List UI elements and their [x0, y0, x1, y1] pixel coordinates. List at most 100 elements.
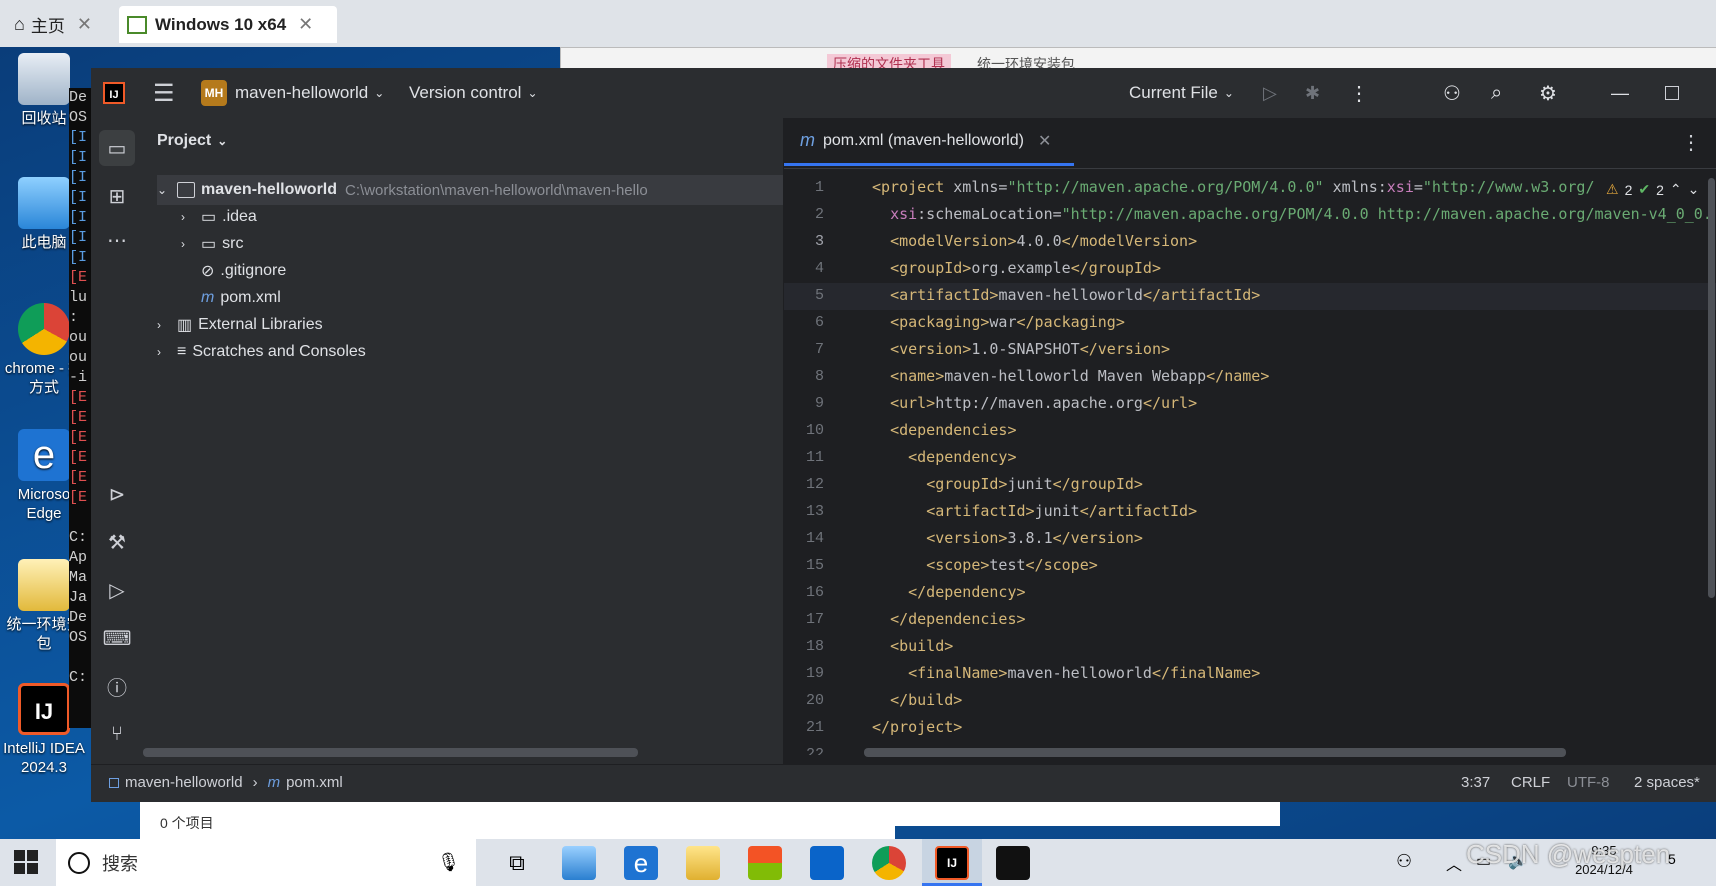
indent-setting[interactable]: 2 spaces*	[1634, 774, 1700, 791]
code-line: <project xmlns="http://maven.apache.org/…	[872, 178, 1595, 196]
console-line: [I	[69, 209, 88, 226]
project-tool-icon[interactable]: ▭	[99, 130, 135, 166]
code-with-me-icon[interactable]: ⚇	[1443, 68, 1461, 118]
tree-item-scratches[interactable]: › ≡ Scratches and Consoles	[157, 337, 366, 367]
console-line: C:	[69, 669, 88, 686]
chevron-right-icon: ›	[181, 237, 185, 251]
host-tab-vm[interactable]: Windows 10 x64 ✕	[119, 6, 337, 43]
microphone-icon[interactable]: 🎙	[437, 852, 460, 873]
console-line: [E	[69, 269, 88, 286]
editor-horizontal-scrollbar[interactable]	[864, 748, 1566, 757]
services-icon[interactable]: ⊳	[99, 476, 135, 512]
version-control-menu[interactable]: Version control ⌄	[409, 68, 538, 118]
breadcrumb: maven-helloworld › m pom.xml	[109, 774, 343, 791]
chevron-up-icon[interactable]: ⌃	[1670, 181, 1682, 198]
code-line: xsi:schemaLocation="http://maven.apache.…	[890, 205, 1712, 223]
tab-actions-icon[interactable]: ⋮	[1681, 130, 1701, 155]
edge-icon: e	[18, 429, 70, 481]
project-panel: Project ⌄ ⌄ maven-helloworld C:\workstat…	[143, 118, 784, 764]
chevron-right-icon: ›	[157, 318, 161, 332]
task-view-icon[interactable]: ⧉	[500, 846, 534, 880]
more-tools-icon[interactable]: ⋯	[99, 222, 135, 258]
tree-item-gitignore[interactable]: ⊘ .gitignore	[201, 256, 286, 286]
host-tab-label: Windows 10 x64	[155, 14, 287, 34]
minimize-icon[interactable]: —	[1611, 68, 1629, 118]
chevron-down-icon: ⌄	[157, 183, 168, 197]
line-separator[interactable]: CRLF	[1511, 774, 1550, 791]
people-icon[interactable]: ⚇	[1396, 851, 1412, 872]
scratches-icon: ≡	[177, 343, 187, 360]
intellij-taskbar-button[interactable]: IJ	[922, 839, 982, 886]
problems-icon[interactable]: ⓘ	[99, 668, 135, 704]
intellij-taskbar-icon: IJ	[935, 846, 969, 880]
console-line: De	[69, 89, 88, 106]
chevron-down-icon[interactable]: ⌄	[1688, 181, 1700, 198]
structure-tool-icon[interactable]: ⊞	[99, 178, 135, 214]
breadcrumb-file[interactable]: pom.xml	[286, 774, 343, 791]
mail-icon[interactable]	[810, 846, 844, 880]
tree-item-root[interactable]: ⌄ maven-helloworld C:\workstation\maven-…	[157, 175, 783, 205]
chevron-up-icon[interactable]: ︿	[1446, 851, 1462, 875]
desktop-icon-label: 回收站	[21, 110, 67, 127]
project-selector[interactable]: MH maven-helloworld ⌄	[201, 68, 384, 118]
more-actions-icon[interactable]: ⋮	[1349, 68, 1369, 118]
close-icon[interactable]: ✕	[1038, 131, 1051, 151]
maximize-icon[interactable]	[1665, 68, 1679, 118]
close-icon[interactable]: ✕	[298, 14, 313, 35]
editor-vertical-scrollbar[interactable]	[1708, 178, 1715, 598]
main-menu-icon[interactable]: ☰	[153, 68, 175, 118]
run-config-selector[interactable]: Current File ⌄	[1129, 68, 1234, 118]
run-icon[interactable]: ▷	[1263, 68, 1277, 118]
terminal-taskbar-icon[interactable]	[996, 846, 1030, 880]
host-tab-label: 主页	[30, 17, 65, 36]
tree-item-idea[interactable]: › ▭ .idea	[181, 202, 257, 232]
host-tab-home[interactable]: ⌂ 主页 ✕	[6, 6, 120, 43]
tree-item-label: .gitignore	[220, 262, 287, 279]
file-explorer-icon[interactable]	[686, 846, 720, 880]
build-icon[interactable]: ⚒	[99, 524, 135, 560]
git-icon[interactable]: ⑂	[99, 716, 135, 752]
store-icon[interactable]	[748, 846, 782, 880]
chrome-taskbar-icon[interactable]	[872, 846, 906, 880]
console-line: De	[69, 609, 88, 626]
horizontal-scrollbar[interactable]	[143, 748, 638, 757]
gear-icon[interactable]: ⚙	[1539, 68, 1557, 118]
ide-logo[interactable]: IJ	[103, 68, 125, 118]
editor: m pom.xml (maven-helloworld) ✕ ⋮ 1 2 3 4…	[784, 118, 1716, 764]
code-area[interactable]: <project xmlns="http://maven.apache.org/…	[784, 174, 1716, 754]
console-line: ou	[69, 329, 88, 346]
debug-icon[interactable]: ✱	[1305, 68, 1320, 118]
caret-position[interactable]: 3:37	[1461, 774, 1490, 791]
search-icon[interactable]: ⌕	[1491, 68, 1502, 118]
tree-item-external-libraries[interactable]: › ▥ External Libraries	[157, 310, 323, 340]
code-line: <artifactId>junit</artifactId>	[926, 502, 1198, 520]
pc-app-icon[interactable]	[562, 846, 596, 880]
run-config-label: Current File	[1129, 83, 1218, 102]
file-encoding[interactable]: UTF-8	[1567, 774, 1610, 791]
intellij-window: IJ ☰ MH maven-helloworld ⌄ Version contr…	[91, 68, 1716, 802]
console-line: OS	[69, 629, 88, 646]
console-line: Ja	[69, 589, 88, 606]
terminal-icon[interactable]: ⌨	[99, 620, 135, 656]
vm-icon	[127, 15, 147, 34]
taskbar-search[interactable]: 搜索 🎙	[56, 839, 476, 886]
edge-taskbar-icon[interactable]: e	[624, 846, 658, 880]
breadcrumb-project[interactable]: maven-helloworld	[125, 774, 243, 791]
project-panel-header[interactable]: Project ⌄	[157, 126, 227, 156]
project-name: maven-helloworld	[235, 83, 369, 102]
chevron-down-icon: ⌄	[374, 86, 385, 100]
close-icon[interactable]: ✕	[77, 14, 92, 35]
editor-tab-pom[interactable]: m pom.xml (maven-helloworld) ✕	[784, 118, 1074, 166]
inspection-widget[interactable]: ⚠ 2 ✔ 2 ⌃ ⌄	[1600, 181, 1700, 198]
windows-start-icon[interactable]	[14, 850, 38, 874]
intellij-logo-icon: IJ	[103, 82, 125, 104]
tree-item-pom[interactable]: m pom.xml	[201, 283, 281, 313]
tree-item-src[interactable]: › ▭ src	[181, 229, 243, 259]
console-line: [E	[69, 389, 88, 406]
run-tool-icon[interactable]: ▷	[99, 572, 135, 608]
code-line: <packaging>war</packaging>	[890, 313, 1125, 331]
computer-icon	[18, 177, 70, 229]
project-badge: MH	[201, 80, 227, 106]
tree-item-label: src	[222, 235, 244, 252]
warning-count: 2	[1624, 181, 1633, 198]
